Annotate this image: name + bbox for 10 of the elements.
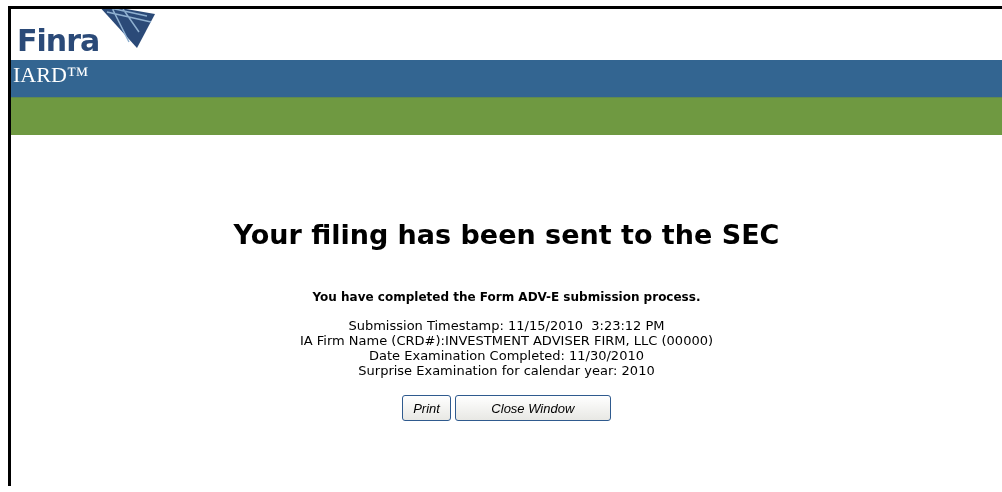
logo-text: Finra xyxy=(17,26,100,56)
detail-line: Submission Timestamp: 11/15/2010 3:23:12 PM xyxy=(347,318,666,333)
close-window-button[interactable]: Close Window xyxy=(454,395,611,421)
page-heading: Your filing has been sent to the SEC xyxy=(233,219,780,250)
detail-line: Date Examination Completed: 11/30/2010 xyxy=(368,348,645,363)
detail-line: IA Firm Name (CRD#):INVESTMENT ADVISER FIRM, LLC (00000) xyxy=(299,333,714,348)
product-name: IARD™ xyxy=(13,64,89,86)
confirmation-message: You have completed the Form ADV-E submission process. xyxy=(312,290,701,304)
detail-line: Surprise Examination for calendar year: 2010 xyxy=(357,363,656,378)
print-button[interactable]: Print xyxy=(402,395,451,421)
